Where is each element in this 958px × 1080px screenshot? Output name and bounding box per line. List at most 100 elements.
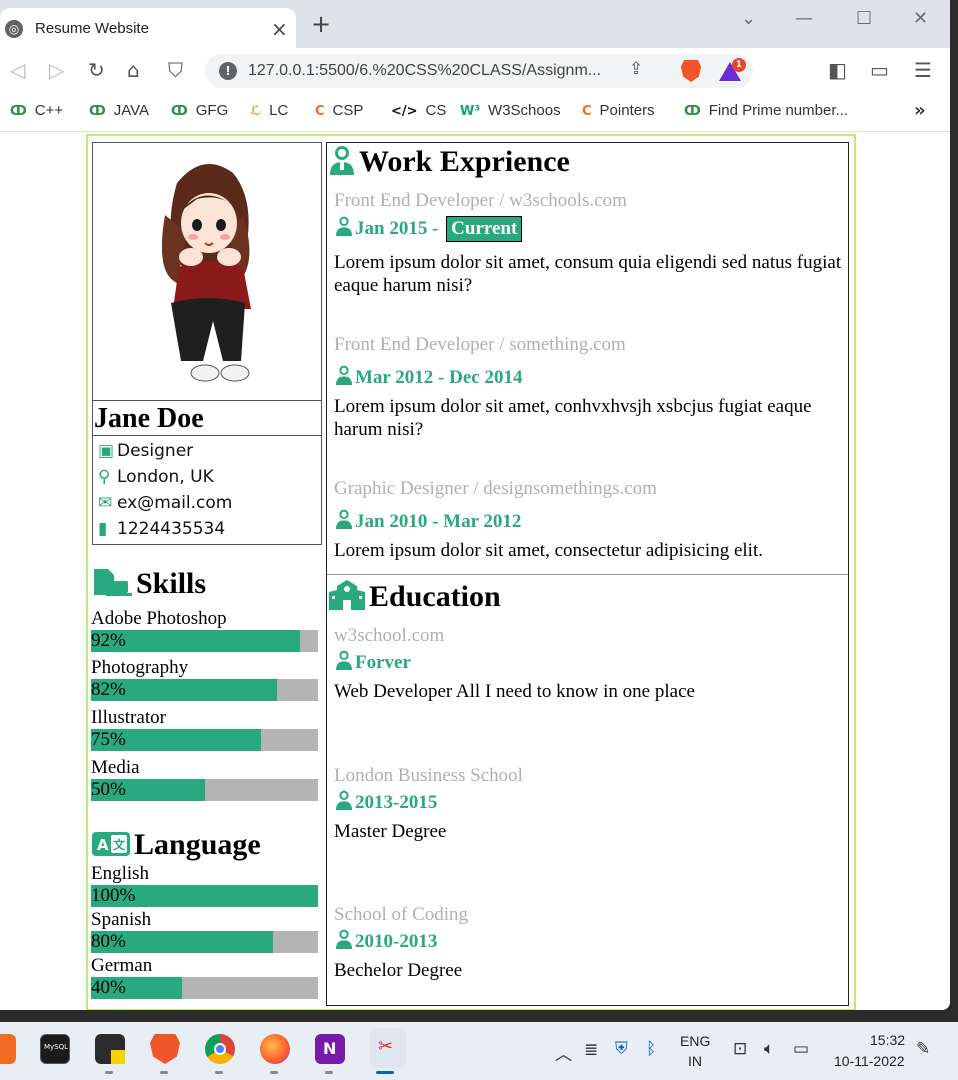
running-indicator [270, 1071, 278, 1074]
sticky-notes-icon[interactable] [95, 1034, 125, 1064]
mysql-app-icon[interactable]: MySQL [40, 1034, 70, 1064]
bookmark-icon[interactable]: ⛉ [168, 58, 183, 82]
bookmark-item[interactable]: W³ W3Schoos [460, 102, 561, 119]
menu-icon[interactable]: ☰ [914, 58, 932, 82]
user-icon [335, 650, 353, 676]
avatar-illustration [161, 164, 251, 382]
bookmark-item[interactable]: </> CS [391, 102, 446, 119]
forward-button[interactable]: ▷ [49, 58, 64, 82]
gfg-icon: ↀ [171, 104, 188, 119]
new-tab-button[interactable]: + [311, 12, 331, 36]
code-icon: </> [391, 104, 418, 119]
user-icon [335, 509, 353, 535]
language-region[interactable]: IN [688, 1053, 702, 1069]
bookmarks-bar: ↀ C++ ↀ JAVA ↀ GFG ℒ LC Ϲ CSP </> CS W³ W3Schoo… [0, 94, 950, 132]
close-tab-icon[interactable]: × [271, 17, 288, 41]
minimize-button[interactable]: — [795, 8, 813, 29]
address-bar[interactable]: ! 127.0.0.1:5500/6.%20CSS%20CLASS/Assign… [205, 54, 753, 88]
notification-icon[interactable]: ≣ [584, 1040, 598, 1060]
bookmark-item[interactable]: ℒ LC [250, 102, 288, 119]
location-text: London, UK [117, 467, 214, 487]
bookmark-item[interactable]: ↀ GFG [171, 102, 228, 119]
email-text: ex@mail.com [117, 493, 233, 513]
bookmark-item[interactable]: ↀ JAVA [89, 102, 149, 119]
work-date: Jan 2010 - Mar 2012 [335, 509, 521, 535]
home-button[interactable]: ⌂ [127, 58, 140, 82]
back-button[interactable]: ◁ [10, 58, 25, 82]
language-title: Language [134, 828, 261, 861]
battery-icon[interactable]: ▭ [793, 1039, 809, 1059]
education-date: 2010-2013 [335, 929, 437, 955]
work-description: Lorem ipsum dolor sit amet, consum quia … [334, 252, 842, 296]
codestudio-icon: Ϲ [582, 104, 592, 119]
user-icon [335, 216, 353, 242]
work-date: Mar 2012 - Dec 2014 [335, 365, 522, 391]
education-date-text: 2013-2015 [355, 792, 438, 813]
language-name: Spanish [91, 909, 152, 930]
job-title: Designer [117, 441, 194, 461]
sidebar-icon[interactable]: ◧ [828, 58, 847, 82]
envelope-icon: ✉ [98, 493, 113, 513]
volume-icon[interactable]: 🔈︎ [764, 1039, 774, 1059]
language-name: German [91, 955, 153, 976]
education-date: 2013-2015 [335, 790, 437, 816]
close-window-button[interactable]: ✕ [913, 8, 928, 29]
bookmark-label: CS [425, 102, 447, 119]
globe-icon: ◎ [5, 20, 23, 38]
brave-app-icon[interactable] [150, 1034, 180, 1064]
codestudio-icon: Ϲ [315, 104, 325, 119]
chevron-up-icon[interactable]: ︿ [555, 1040, 572, 1065]
security-shield-icon[interactable]: ⛨ [615, 1039, 628, 1059]
bookmark-item[interactable]: Ϲ CSP [315, 102, 363, 119]
current-badge: Current [446, 216, 523, 242]
skill-name: Photography [91, 657, 189, 678]
profile-card: Jane Doe ▣ Designer ⚲ London, UK ✉ ex@mail.… [92, 142, 322, 545]
share-icon[interactable]: ⇪ [629, 59, 643, 79]
maximize-button[interactable]: ☐ [856, 8, 872, 29]
bluetooth-icon[interactable]: ᛒ [646, 1039, 656, 1059]
skill-bar: 92% [91, 630, 318, 652]
profile-name: Jane Doe [94, 403, 204, 434]
active-indicator [376, 1071, 394, 1074]
phone-row: ▮ 1224435534 [98, 519, 225, 539]
rewards-badge: 1 [732, 58, 746, 72]
skill-percent: 82% [91, 679, 126, 700]
resume-container: Jane Doe ▣ Designer ⚲ London, UK ✉ ex@mail.… [86, 134, 856, 1010]
url-text[interactable]: 127.0.0.1:5500/6.%20CSS%20CLASS/Assignm.… [248, 62, 601, 80]
bookmark-item[interactable]: ↀ C++ [10, 102, 63, 119]
bookmark-item[interactable]: ↀ Find Prime number... [684, 102, 848, 119]
tab-search-icon[interactable]: ⌄ [741, 8, 756, 29]
clock-time[interactable]: 15:32 [870, 1032, 905, 1048]
work-date-text: Jan 2015 - [355, 218, 444, 239]
notifications-center-icon[interactable]: ✎ [916, 1039, 930, 1059]
firefox-app-icon[interactable] [260, 1034, 290, 1064]
reload-button[interactable]: ↻ [88, 58, 105, 82]
school-icon [329, 580, 365, 618]
more-bookmarks-button[interactable]: » [914, 100, 926, 121]
leetcode-icon: ℒ [250, 104, 262, 119]
education-date-text: 2010-2013 [355, 931, 438, 952]
network-icon[interactable]: ⊡ [733, 1039, 747, 1059]
language-bar: 40% [91, 977, 318, 999]
user-icon [335, 929, 353, 955]
browser-tab[interactable]: ◎ Resume Website × [0, 8, 296, 48]
work-description: Lorem ipsum dolor sit amet, consectetur … [334, 540, 763, 561]
language-bar: 80% [91, 931, 318, 953]
onenote-app-icon[interactable]: N [315, 1034, 345, 1064]
language-code[interactable]: ENG [680, 1033, 710, 1049]
work-heading: Work Exprience [329, 145, 570, 183]
education-school: London Business School [334, 765, 523, 786]
skill-name: Adobe Photoshop [91, 608, 227, 629]
svg-text:A: A [97, 836, 109, 854]
snipping-tool-icon[interactable]: ✂ [370, 1028, 406, 1068]
app-3-icon[interactable] [0, 1034, 16, 1064]
brave-shields-icon[interactable] [681, 60, 701, 82]
site-info-icon[interactable]: ! [219, 62, 237, 80]
bookmark-item[interactable]: Ϲ Pointers [582, 102, 655, 119]
education-title: Education [369, 580, 501, 613]
chrome-app-icon[interactable] [205, 1034, 235, 1064]
clock-date[interactable]: 10-11-2022 [834, 1053, 905, 1069]
skill-bar: 82% [91, 679, 318, 701]
wallet-icon[interactable]: ▭ [870, 58, 889, 82]
location-pin-icon: ⚲ [98, 467, 111, 487]
